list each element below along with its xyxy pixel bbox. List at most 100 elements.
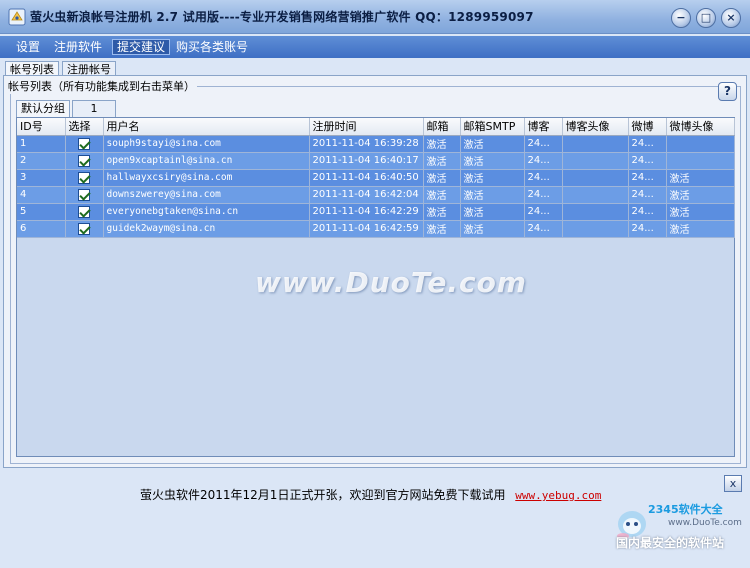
- cell-mail: 激活: [423, 135, 461, 153]
- cell-mail: 激活: [423, 152, 461, 170]
- menu-item-settings[interactable]: 设置: [12, 39, 44, 55]
- header-id[interactable]: ID号: [17, 118, 66, 136]
- row-checkbox[interactable]: [78, 205, 90, 218]
- cell-username: open9xcaptainl@sina.cn: [103, 152, 310, 170]
- cell-register-time: 2011-11-04 16:40:17: [309, 152, 424, 170]
- table-row[interactable]: 5 everyonebgtaken@sina.cn 2011-11-04 16:…: [17, 203, 735, 221]
- cell-mail: 激活: [423, 169, 461, 187]
- cell-blog: 24...: [524, 169, 563, 187]
- table-header-row: ID号 选择 用户名 注册时间 邮箱 邮箱SMTP 博客 博客头像 微博 微博头…: [17, 118, 735, 136]
- table-row[interactable]: 3 hallwayxcsiry@sina.com 2011-11-04 16:4…: [17, 169, 735, 187]
- cell-smtp: 激活: [460, 186, 525, 204]
- cell-weibo: 24...: [628, 220, 667, 238]
- cell-weibo: 24...: [628, 135, 667, 153]
- cell-register-time: 2011-11-04 16:42:29: [309, 203, 424, 221]
- row-checkbox[interactable]: [78, 137, 90, 150]
- subtab-default-group[interactable]: 默认分组: [16, 100, 70, 117]
- cell-id: 3: [17, 169, 66, 187]
- cell-username: everyonebgtaken@sina.cn: [103, 203, 310, 221]
- menu-item-submit-suggestion[interactable]: 提交建议: [112, 39, 171, 55]
- cell-blog-avatar: [562, 186, 629, 204]
- cell-blog-avatar: [562, 152, 629, 170]
- close-icon: ×: [726, 11, 736, 24]
- cell-register-time: 2011-11-04 16:42:59: [309, 220, 424, 238]
- cell-select: [65, 186, 104, 204]
- table-row[interactable]: 1 souph9stayi@sina.com 2011-11-04 16:39:…: [17, 135, 735, 153]
- cell-select: [65, 135, 104, 153]
- cell-register-time: 2011-11-04 16:39:28: [309, 135, 424, 153]
- title-bar: 萤火虫新浪帐号注册机 2.7 试用版----专业开发销售网络营销推广软件 QQ：…: [0, 0, 750, 34]
- row-checkbox[interactable]: [78, 171, 90, 184]
- watermark-site: www.DuoTe.com: [668, 518, 742, 528]
- cell-smtp: 激活: [460, 203, 525, 221]
- header-blog-avatar[interactable]: 博客头像: [562, 118, 629, 136]
- cell-select: [65, 220, 104, 238]
- minimize-icon: −: [676, 11, 686, 24]
- header-smtp[interactable]: 邮箱SMTP: [460, 118, 525, 136]
- cell-weibo-avatar: [666, 135, 735, 153]
- cell-weibo-avatar: 激活: [666, 186, 735, 204]
- cell-blog: 24...: [524, 135, 563, 153]
- cell-register-time: 2011-11-04 16:40:50: [309, 169, 424, 187]
- cell-mail: 激活: [423, 186, 461, 204]
- header-username[interactable]: 用户名: [103, 118, 310, 136]
- cell-id: 4: [17, 186, 66, 204]
- cell-weibo: 24...: [628, 203, 667, 221]
- header-select[interactable]: 选择: [65, 118, 104, 136]
- cell-mail: 激活: [423, 220, 461, 238]
- header-blog[interactable]: 博客: [524, 118, 563, 136]
- cell-blog: 24...: [524, 152, 563, 170]
- menu-item-buy-accounts[interactable]: 购买各类账号: [172, 39, 252, 55]
- cell-weibo-avatar: 激活: [666, 220, 735, 238]
- table-row[interactable]: 6 guidek2waym@sina.cn 2011-11-04 16:42:5…: [17, 220, 735, 238]
- header-weibo[interactable]: 微博: [628, 118, 667, 136]
- footer-notice: 萤火虫软件2011年12月1日正式开张，欢迎到官方网站免费下载试用 www.ye…: [140, 486, 601, 503]
- cell-blog-avatar: [562, 203, 629, 221]
- row-checkbox[interactable]: [78, 222, 90, 235]
- watermark-slogan: 国内最安全的软件站: [616, 536, 725, 550]
- cell-blog-avatar: [562, 169, 629, 187]
- cell-smtp: 激活: [460, 135, 525, 153]
- table-row[interactable]: 2 open9xcaptainl@sina.cn 2011-11-04 16:4…: [17, 152, 735, 170]
- cell-weibo-avatar: 激活: [666, 203, 735, 221]
- cell-id: 2: [17, 152, 66, 170]
- cell-blog: 24...: [524, 186, 563, 204]
- cell-blog-avatar: [562, 220, 629, 238]
- cell-username: hallwayxcsiry@sina.com: [103, 169, 310, 187]
- help-button[interactable]: ?: [718, 82, 737, 101]
- cell-mail: 激活: [423, 203, 461, 221]
- table-row[interactable]: 4 downszwerey@sina.com 2011-11-04 16:42:…: [17, 186, 735, 204]
- cell-blog-avatar: [562, 135, 629, 153]
- cell-weibo-avatar: 激活: [666, 169, 735, 187]
- row-checkbox[interactable]: [78, 188, 90, 201]
- footer-link[interactable]: www.yebug.com: [515, 489, 601, 502]
- subtab-1[interactable]: 1: [72, 100, 116, 117]
- cell-smtp: 激活: [460, 152, 525, 170]
- close-button[interactable]: ×: [721, 8, 741, 28]
- row-checkbox[interactable]: [78, 154, 90, 167]
- cell-weibo: 24...: [628, 169, 667, 187]
- header-weibo-avatar[interactable]: 微博头像: [666, 118, 735, 136]
- footer-close-button[interactable]: x: [724, 475, 742, 492]
- cell-smtp: 激活: [460, 169, 525, 187]
- header-register-time[interactable]: 注册时间: [309, 118, 424, 136]
- cell-id: 6: [17, 220, 66, 238]
- menu-item-register-software[interactable]: 注册软件: [50, 39, 106, 55]
- cell-weibo-avatar: [666, 152, 735, 170]
- cell-select: [65, 152, 104, 170]
- minimize-button[interactable]: −: [671, 8, 691, 28]
- footer-message: 萤火虫软件2011年12月1日正式开张，欢迎到官方网站免费下载试用: [140, 488, 506, 502]
- cell-blog: 24...: [524, 203, 563, 221]
- cell-username: souph9stayi@sina.com: [103, 135, 310, 153]
- cell-username: guidek2waym@sina.cn: [103, 220, 310, 238]
- maximize-button[interactable]: □: [696, 8, 716, 28]
- cell-smtp: 激活: [460, 220, 525, 238]
- header-mail[interactable]: 邮箱: [423, 118, 461, 136]
- maximize-icon: □: [700, 11, 712, 24]
- cell-blog: 24...: [524, 220, 563, 238]
- menu-bar: 设置 注册软件 提交建议 购买各类账号: [0, 36, 750, 58]
- cell-select: [65, 169, 104, 187]
- app-icon: [8, 8, 26, 26]
- cell-weibo: 24...: [628, 152, 667, 170]
- cell-id: 5: [17, 203, 66, 221]
